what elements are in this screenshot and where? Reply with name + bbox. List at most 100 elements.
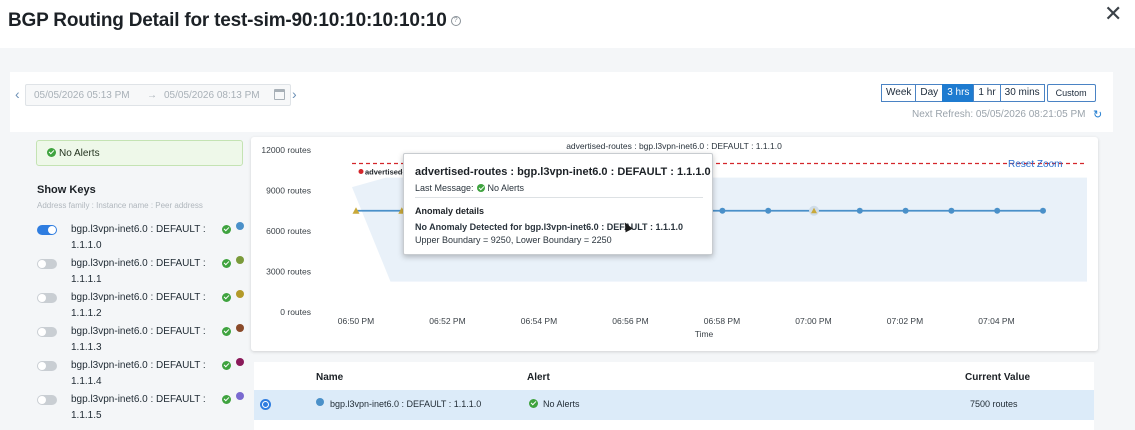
column-header-alert: Alert: [527, 372, 550, 383]
key-item[interactable]: bgp.l3vpn-inet6.0 : DEFAULT : 1.1.1.3: [37, 324, 247, 356]
check-circle-icon: [47, 148, 56, 157]
chart-title: advertised-routes : bgp.l3vpn-inet6.0 : …: [566, 141, 782, 151]
show-keys-subtitle: Address family : Instance name : Peer ad…: [37, 201, 203, 210]
calendar-icon[interactable]: [274, 89, 285, 100]
time-range-toolbar: ‹ 05/05/2026 05:13 PM → 05/05/2026 08:13…: [10, 72, 1113, 132]
data-point: [765, 207, 772, 214]
modal-header: BGP Routing Detail for test-sim-90:10:10…: [0, 0, 1135, 48]
row-current-value: 7500 routes: [970, 399, 1018, 409]
y-tick-label: 0 routes: [280, 307, 311, 317]
chart-tooltip: advertised-routes : bgp.l3vpn-inet6.0 : …: [403, 153, 713, 255]
key-label: bgp.l3vpn-inet6.0 : DEFAULT : 1.1.1.0: [71, 224, 206, 251]
key-toggle[interactable]: [37, 225, 57, 235]
close-icon[interactable]: ✕: [1104, 3, 1122, 25]
row-name: bgp.l3vpn-inet6.0 : DEFAULT : 1.1.1.0: [330, 399, 482, 409]
data-point: [1040, 207, 1046, 214]
data-point: [856, 207, 863, 214]
tooltip-anomaly-detail: No Anomaly Detected for bgp.l3vpn-inet6.…: [415, 222, 684, 232]
show-keys-title: Show Keys: [37, 184, 96, 196]
range-buttons: Week Day 3 hrs 1 hr 30 mins Custom: [881, 84, 1096, 102]
refresh-icon[interactable]: ↻: [1093, 108, 1102, 121]
date-to: 05/05/2026 08:13 PM: [164, 90, 260, 101]
tooltip-last-message: Last Message: No Alerts: [415, 183, 524, 193]
data-point: [994, 207, 1001, 214]
custom-range-button[interactable]: Custom: [1046, 84, 1096, 102]
series-color-dot: [236, 256, 244, 264]
y-tick-label: 12000 routes: [261, 145, 311, 155]
data-point: [719, 207, 726, 214]
key-item[interactable]: bgp.l3vpn-inet6.0 : DEFAULT : 1.1.1.0: [37, 222, 247, 254]
key-item[interactable]: bgp.l3vpn-inet6.0 : DEFAULT : 1.1.1.2: [37, 290, 247, 322]
alert-status-text: No Alerts: [59, 148, 100, 159]
column-header-name: Name: [316, 372, 344, 383]
y-tick-label: 6000 routes: [266, 226, 311, 236]
series-color-dot: [236, 358, 244, 366]
reset-zoom-button[interactable]: Reset Zoom: [1008, 159, 1062, 170]
range-3hrs-button[interactable]: 3 hrs: [942, 84, 975, 102]
check-circle-icon: [476, 184, 485, 192]
tooltip-title: advertised-routes : bgp.l3vpn-inet6.0 : …: [415, 166, 711, 178]
chevron-right-icon[interactable]: ›: [292, 86, 297, 102]
series-color-dot: [236, 222, 244, 230]
threshold-marker: [358, 169, 364, 174]
x-tick-label: 07:00 PM: [795, 316, 831, 326]
date-range-picker[interactable]: 05/05/2026 05:13 PM → 05/05/2026 08:13 P…: [25, 84, 291, 106]
range-1hr-button[interactable]: 1 hr: [973, 84, 1001, 102]
chevron-left-icon[interactable]: ‹: [15, 86, 20, 102]
series-table: Name Alert Current Value bgp.l3vpn-inet6…: [254, 362, 1094, 430]
check-circle-icon: [222, 395, 231, 404]
threshold-label: advertised-: [365, 168, 406, 177]
column-header-current-value: Current Value: [965, 372, 1031, 383]
range-day-button[interactable]: Day: [915, 84, 944, 102]
y-tick-label: 3000 routes: [266, 267, 311, 277]
check-circle-icon: [222, 259, 231, 268]
key-label: bgp.l3vpn-inet6.0 : DEFAULT : 1.1.1.3: [71, 326, 206, 353]
key-item[interactable]: bgp.l3vpn-inet6.0 : DEFAULT : 1.1.1.5: [37, 392, 247, 424]
tooltip-divider: [415, 197, 703, 198]
tooltip-last-message-value: No Alerts: [487, 183, 525, 193]
date-from: 05/05/2026 05:13 PM: [34, 90, 130, 101]
x-tick-label: 06:58 PM: [704, 316, 740, 326]
range-30mins-button[interactable]: 30 mins: [999, 84, 1045, 102]
series-color-dot: [236, 290, 244, 298]
tooltip-anomaly-title: Anomaly details: [415, 206, 485, 216]
check-circle-icon: [222, 327, 231, 336]
key-toggle[interactable]: [37, 259, 57, 269]
series-color-dot: [236, 392, 244, 400]
x-tick-label: 06:54 PM: [521, 316, 557, 326]
check-circle-icon: [222, 361, 231, 370]
modal-title-text: BGP Routing Detail for test-sim-90:10:10…: [8, 10, 447, 31]
check-circle-icon: [222, 225, 231, 234]
key-toggle[interactable]: [37, 361, 57, 371]
question-circle-icon[interactable]: ?: [450, 15, 461, 26]
key-toggle[interactable]: [37, 293, 57, 303]
table-row[interactable]: bgp.l3vpn-inet6.0 : DEFAULT : 1.1.1.0 No…: [254, 390, 1094, 420]
key-label: bgp.l3vpn-inet6.0 : DEFAULT : 1.1.1.4: [71, 360, 206, 387]
arrow-right-icon: →: [147, 90, 157, 101]
check-circle-icon: [222, 293, 231, 302]
y-tick-label: 9000 routes: [266, 186, 311, 196]
left-panel: No Alerts Show Keys Address family : Ins…: [32, 140, 247, 430]
x-tick-label: 07:04 PM: [978, 316, 1014, 326]
range-week-button[interactable]: Week: [881, 84, 917, 102]
alert-status-box: No Alerts: [36, 140, 243, 166]
row-alert: No Alerts: [543, 399, 580, 409]
key-toggle[interactable]: [37, 395, 57, 405]
row-select-radio[interactable]: [260, 399, 271, 410]
key-toggle[interactable]: [37, 327, 57, 337]
key-label: bgp.l3vpn-inet6.0 : DEFAULT : 1.1.1.2: [71, 292, 206, 319]
key-item[interactable]: bgp.l3vpn-inet6.0 : DEFAULT : 1.1.1.1: [37, 256, 247, 288]
data-point: [948, 207, 955, 214]
key-label: bgp.l3vpn-inet6.0 : DEFAULT : 1.1.1.5: [71, 394, 206, 421]
x-tick-label: 06:50 PM: [338, 316, 374, 326]
key-item[interactable]: bgp.l3vpn-inet6.0 : DEFAULT : 1.1.1.4: [37, 358, 247, 390]
series-color-dot: [316, 398, 324, 406]
check-circle-icon: [529, 399, 538, 408]
x-axis-label: Time: [695, 329, 714, 339]
x-tick-label: 07:02 PM: [887, 316, 923, 326]
next-refresh-text: Next Refresh: 05/05/2026 08:21:05 PM: [912, 109, 1086, 120]
x-tick-label: 06:56 PM: [612, 316, 648, 326]
tooltip-boundaries: Upper Boundary = 9250, Lower Boundary = …: [415, 235, 612, 245]
data-point: [902, 207, 909, 214]
modal-title: BGP Routing Detail for test-sim-90:10:10…: [8, 10, 461, 32]
